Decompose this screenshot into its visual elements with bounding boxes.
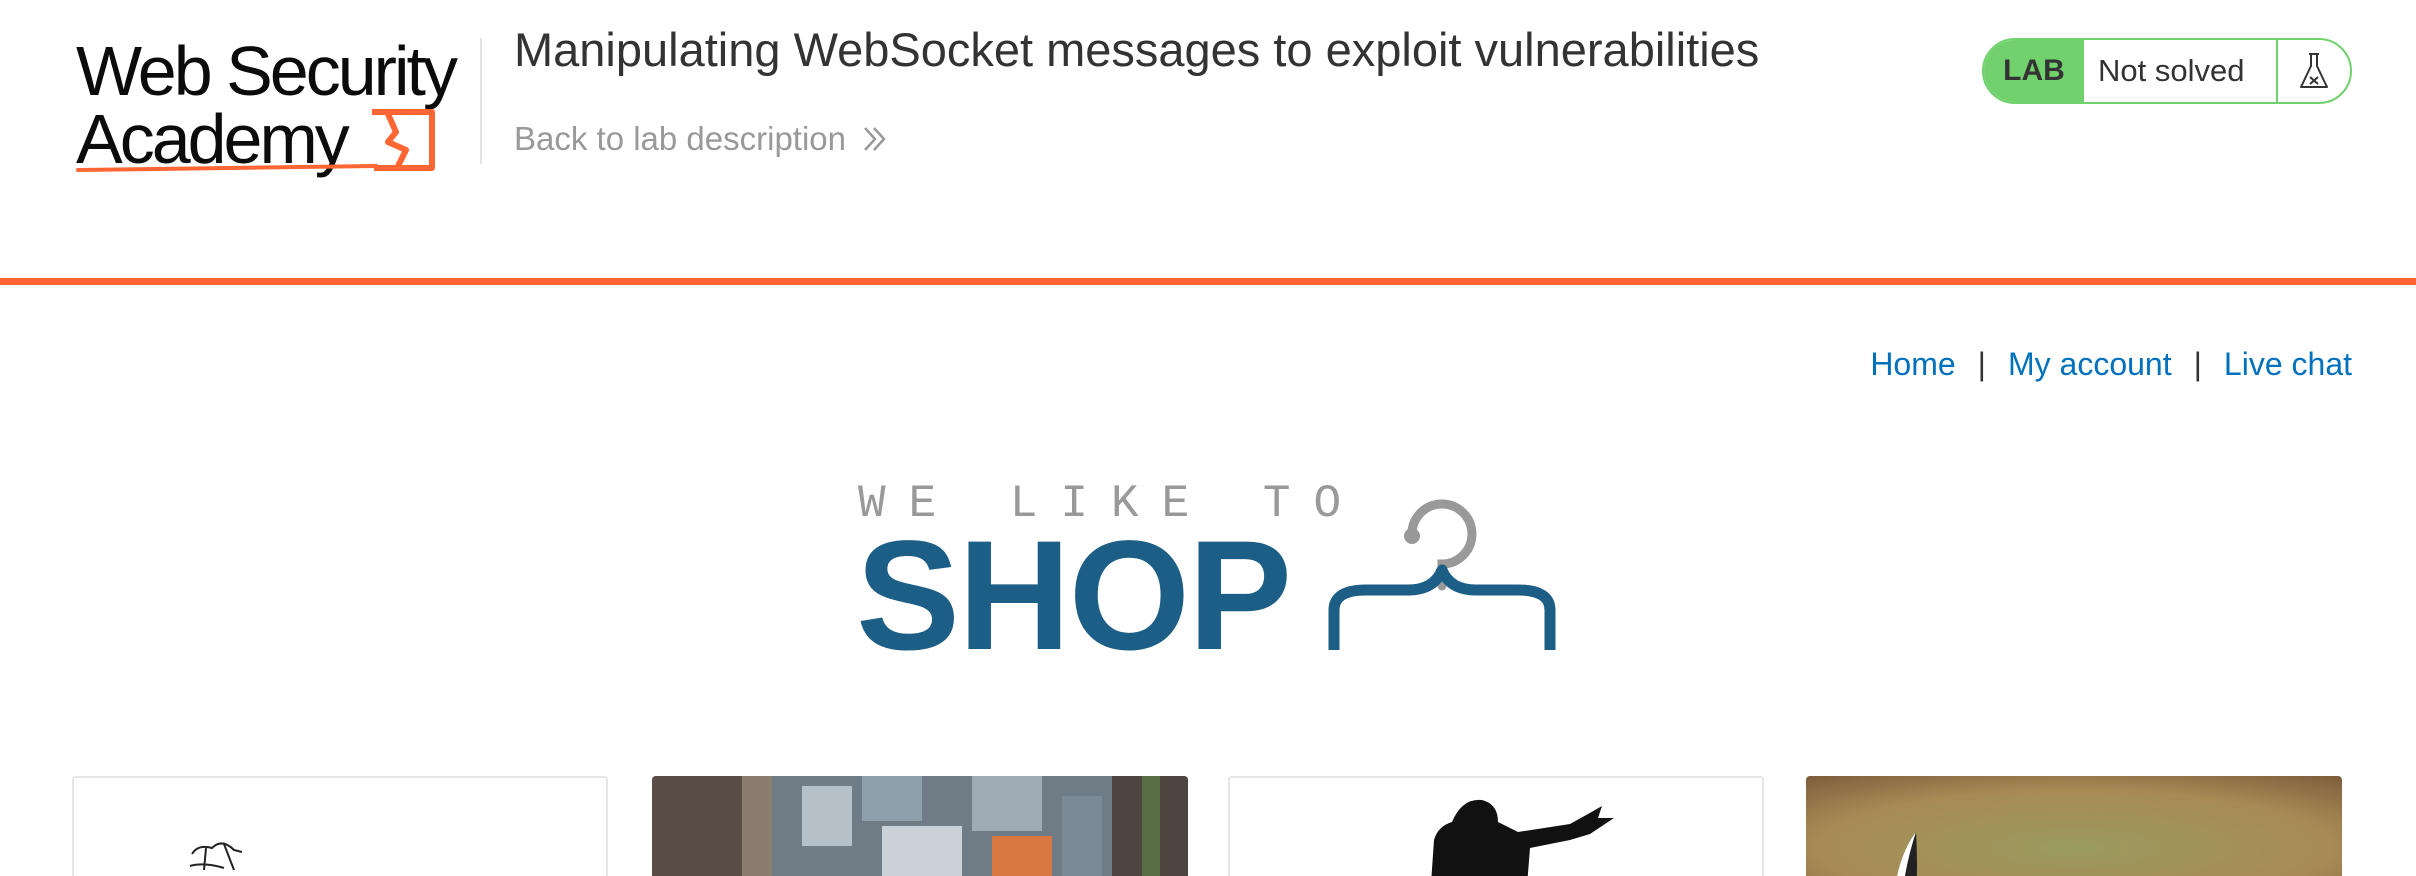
logo-mark-icon <box>76 109 435 172</box>
product-image <box>1806 776 2342 876</box>
academy-header: Web Security Academy Manipulating WebSoc… <box>0 0 2416 278</box>
product-card[interactable] <box>72 776 608 876</box>
product-card[interactable] <box>652 776 1188 876</box>
page: Web Security Academy Manipulating WebSoc… <box>0 0 2416 876</box>
academy-logo[interactable]: Web Security Academy <box>76 34 476 184</box>
product-card[interactable] <box>1806 776 2342 876</box>
back-link-label: Back to lab description <box>514 120 847 157</box>
nav-separator: | <box>2193 346 2202 382</box>
lab-status-widget: LAB Not solved <box>1982 38 2352 104</box>
banner-shop-text: SHOP <box>856 509 1292 683</box>
chevrons-right-icon <box>864 127 886 151</box>
lab-status-text: Not solved <box>2084 40 2278 102</box>
nav-my-account-link[interactable]: My account <box>2008 346 2172 383</box>
header-divider <box>480 38 482 164</box>
nav-home-link[interactable]: Home <box>1870 346 1955 383</box>
back-to-lab-description-link[interactable]: Back to lab description <box>514 120 890 158</box>
flask-icon <box>2300 53 2328 88</box>
hanger-icon <box>1328 499 1556 650</box>
lab-badge: LAB <box>1984 40 2084 102</box>
product-image <box>189 842 243 871</box>
shop-banner: WE LIKE TO SHOP <box>856 478 1576 678</box>
lab-title: Manipulating WebSocket messages to explo… <box>514 23 1760 76</box>
nav-live-chat-link[interactable]: Live chat <box>2224 346 2352 383</box>
product-image <box>1431 799 1614 876</box>
product-card[interactable] <box>1228 776 1764 876</box>
header-rule <box>0 278 2416 285</box>
nav-separator: | <box>1977 346 1986 382</box>
product-image <box>652 776 1188 876</box>
top-links: Home | My account | Live chat <box>1870 346 2352 383</box>
flask-button[interactable] <box>2278 40 2350 102</box>
